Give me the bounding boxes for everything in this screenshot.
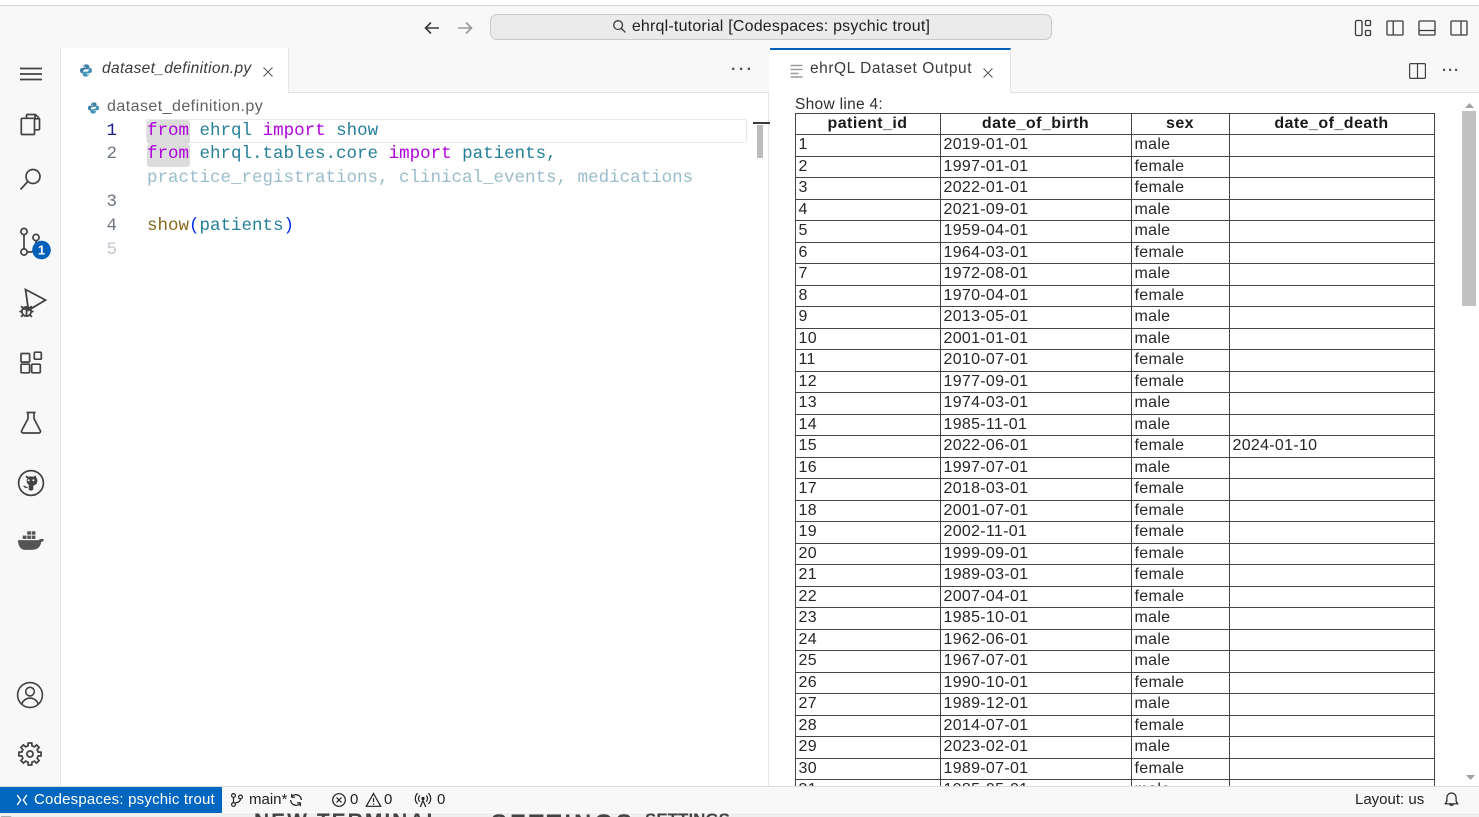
svg-text:1: 1 [38, 243, 45, 258]
